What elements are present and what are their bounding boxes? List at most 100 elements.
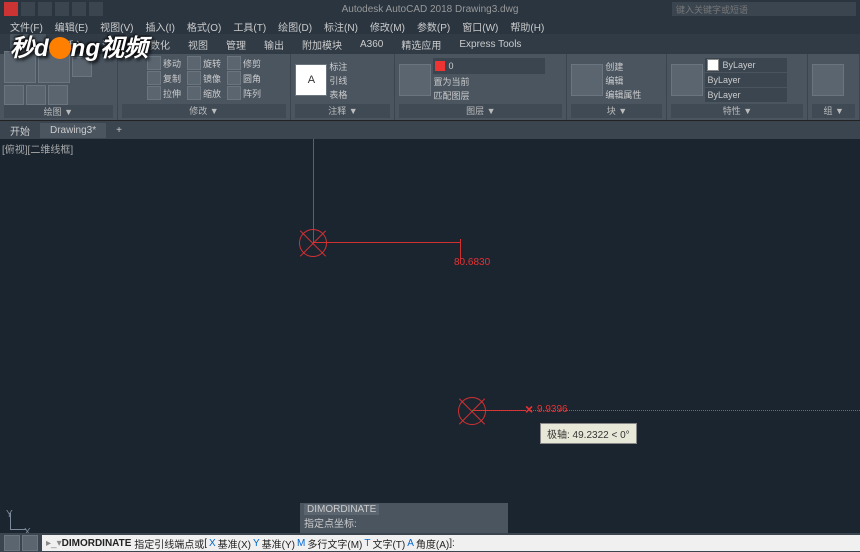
rect-icon[interactable]	[26, 85, 46, 105]
menu-tools[interactable]: 工具(T)	[233, 19, 266, 34]
make-current-button[interactable]: 置为当前	[433, 75, 545, 88]
active-command: DIMORDINATE	[62, 538, 132, 549]
panel-groups: 组 ▼	[808, 54, 860, 120]
viewport-label[interactable]: [俯视][二维线框]	[2, 141, 73, 156]
edit-block-button[interactable]: 编辑	[605, 74, 641, 87]
opt-m[interactable]: M	[297, 538, 305, 549]
ribbon: 绘图 ▼ 移动 旋转 修剪 复制 镜像 圆角 拉伸 缩放 阵列 修改 ▼ A	[0, 54, 860, 121]
current-layer: 0	[448, 61, 453, 71]
dim-ext-line-1	[313, 139, 314, 242]
qat-new-icon[interactable]	[21, 2, 35, 16]
tab-drawing3[interactable]: Drawing3*	[40, 123, 106, 138]
dim-button[interactable]: 标注	[329, 60, 347, 73]
leader-button[interactable]: 引线	[329, 74, 347, 87]
copy-button[interactable]: 复制	[147, 71, 181, 85]
command-line[interactable]: ▸_▾ DIMORDINATE 指定引线端点或 [ X基准(X) Y基准(Y) …	[42, 535, 860, 551]
rotate-button[interactable]: 旋转	[187, 56, 221, 70]
search-box[interactable]: 键入关键字或短语	[672, 2, 856, 16]
panel-layers: 0 置为当前 匹配图层 图层 ▼	[395, 54, 567, 120]
tab-addon[interactable]: 附加模块	[302, 37, 342, 52]
linetype-dropdown[interactable]: ByLayer	[705, 88, 787, 102]
copy-icon	[147, 71, 161, 85]
app-menu-icon[interactable]	[4, 2, 18, 16]
command-prompt: 指定引线端点或	[134, 536, 204, 551]
stretch-icon	[147, 86, 161, 100]
panel-block: 创建 编辑 编辑属性 块 ▼	[567, 54, 667, 120]
group-icon[interactable]	[812, 64, 844, 96]
color-dropdown[interactable]: ByLayer	[705, 58, 787, 72]
tab-start[interactable]: 开始	[0, 121, 40, 140]
layer-props-icon[interactable]	[399, 64, 431, 96]
edit-attr-button[interactable]: 编辑属性	[605, 88, 641, 101]
opt-y[interactable]: Y	[253, 538, 260, 549]
qat-open-icon[interactable]	[38, 2, 52, 16]
mirror-button[interactable]: 镜像	[187, 71, 221, 85]
status-bar: ▸_▾ DIMORDINATE 指定引线端点或 [ X基准(X) Y基准(Y) …	[0, 533, 860, 552]
tab-output[interactable]: 输出	[264, 37, 284, 52]
dim-line-1	[313, 242, 460, 243]
panel-groups-label[interactable]: 组 ▼	[812, 104, 855, 118]
menu-format[interactable]: 格式(O)	[187, 19, 221, 34]
menu-window[interactable]: 窗口(W)	[462, 19, 498, 34]
opt-x[interactable]: X	[209, 538, 216, 549]
array-button[interactable]: 阵列	[227, 86, 261, 100]
scale-button[interactable]: 缩放	[187, 86, 221, 100]
panel-modify-label[interactable]: 修改 ▼	[122, 104, 287, 118]
model-space-icon[interactable]	[4, 535, 20, 551]
match-layer-button[interactable]: 匹配图层	[433, 89, 545, 102]
panel-props-label[interactable]: 特性 ▼	[671, 104, 803, 118]
table-button[interactable]: 表格	[329, 88, 347, 101]
watermark-logo: 秒dng视频	[10, 28, 148, 63]
command-history: DIMORDINATE 指定点坐标:	[300, 503, 508, 533]
tab-manage[interactable]: 管理	[226, 37, 246, 52]
array-icon	[227, 86, 241, 100]
opt-a[interactable]: A	[407, 538, 414, 549]
tab-new[interactable]: +	[106, 123, 132, 138]
trim-button[interactable]: 修剪	[227, 56, 261, 70]
hist-cmd: DIMORDINATE	[304, 504, 379, 515]
cursor-x-marker: ×	[525, 401, 533, 417]
mirror-icon	[187, 71, 201, 85]
menu-draw[interactable]: 绘图(D)	[278, 19, 312, 34]
trim-icon	[227, 56, 241, 70]
hatch-icon[interactable]	[48, 85, 68, 105]
panel-modify: 移动 旋转 修剪 复制 镜像 圆角 拉伸 缩放 阵列 修改 ▼	[118, 54, 292, 120]
panel-draw-label[interactable]: 绘图 ▼	[4, 105, 113, 118]
tab-view[interactable]: 视图	[188, 37, 208, 52]
tab-featured[interactable]: 精选应用	[401, 37, 441, 52]
panel-block-label[interactable]: 块 ▼	[571, 104, 662, 118]
create-block-button[interactable]: 创建	[605, 60, 641, 73]
qat-undo-icon[interactable]	[72, 2, 86, 16]
polar-track-line	[472, 410, 860, 411]
app-title: Autodesk AutoCAD 2018 Drawing3.dwg	[342, 4, 519, 15]
lineweight-dropdown[interactable]: ByLayer	[705, 73, 787, 87]
move-button[interactable]: 移动	[147, 56, 181, 70]
layout-icon[interactable]	[22, 535, 38, 551]
menu-insert[interactable]: 插入(I)	[145, 19, 174, 34]
insert-block-icon[interactable]	[571, 64, 603, 96]
quick-access-toolbar[interactable]	[0, 2, 103, 16]
menu-dim[interactable]: 标注(N)	[324, 19, 358, 34]
drawing-viewport[interactable]: [俯视][二维线框] 80.6830 × 9.9396 极轴: 49.2322 …	[0, 139, 860, 533]
match-props-icon[interactable]	[671, 64, 703, 96]
tab-express[interactable]: Express Tools	[459, 39, 521, 50]
scale-icon	[187, 86, 201, 100]
layer-color-swatch	[435, 61, 445, 71]
dim-value-1: 80.6830	[454, 257, 490, 268]
document-tabs: 开始 Drawing3* +	[0, 121, 860, 139]
arc-icon[interactable]	[4, 85, 24, 105]
text-icon[interactable]: A	[295, 64, 327, 96]
panel-annotate-label[interactable]: 注释 ▼	[295, 104, 390, 118]
tab-a360[interactable]: A360	[360, 39, 383, 50]
stretch-button[interactable]: 拉伸	[147, 86, 181, 100]
menu-help[interactable]: 帮助(H)	[510, 19, 544, 34]
fillet-button[interactable]: 圆角	[227, 71, 261, 85]
panel-layers-label[interactable]: 图层 ▼	[399, 104, 562, 118]
menu-modify[interactable]: 修改(M)	[370, 19, 405, 34]
menu-param[interactable]: 参数(P)	[417, 19, 450, 34]
layer-dropdown[interactable]: 0	[433, 58, 545, 74]
qat-save-icon[interactable]	[55, 2, 69, 16]
opt-t[interactable]: T	[364, 538, 370, 549]
panel-annotate: A 标注 引线 表格 注释 ▼	[291, 54, 395, 120]
qat-redo-icon[interactable]	[89, 2, 103, 16]
